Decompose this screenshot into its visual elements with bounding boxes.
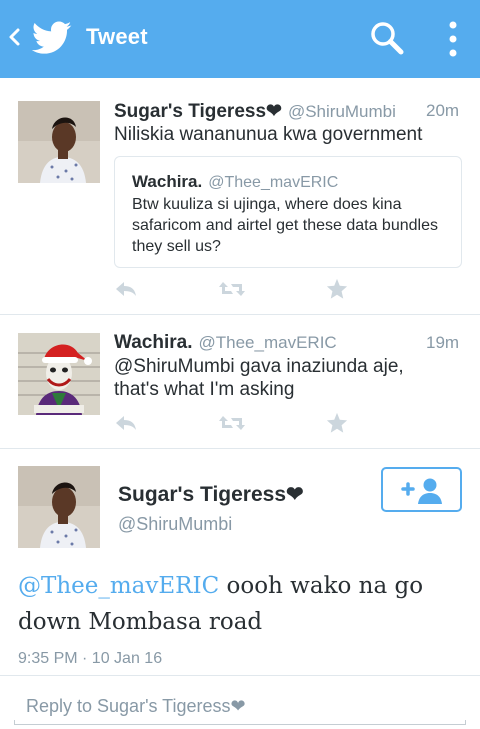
quoted-author: Wachira. @Thee_mavERIC — [132, 172, 338, 192]
author-name: Sugar's Tigeress❤ — [114, 101, 282, 122]
tweet-time: 19m — [426, 333, 460, 352]
app-bar: Tweet — [0, 0, 480, 78]
mention-link[interactable]: @Thee_mavERIC — [18, 573, 219, 599]
back-chevron-icon[interactable] — [6, 24, 22, 50]
avatar[interactable] — [18, 333, 100, 415]
retweet-icon[interactable] — [218, 280, 246, 298]
quoted-author-handle: @Thee_mavERIC — [208, 174, 339, 191]
divider — [0, 448, 480, 449]
add-user-icon — [401, 478, 442, 504]
detail-author-handle[interactable]: @ShiruMumbi — [118, 514, 232, 535]
author-name: Wachira. — [114, 332, 193, 353]
quoted-author-name: Wachira. — [132, 172, 203, 191]
tweet-text: Niliskia wananunua kwa government — [114, 124, 423, 145]
retweet-icon[interactable] — [218, 414, 246, 432]
page-title: Tweet — [86, 24, 148, 49]
search-icon[interactable] — [369, 20, 405, 56]
tweet-author[interactable]: Sugar's Tigeress❤ @ShiruMumbi — [114, 100, 396, 123]
author-handle: @ShiruMumbi — [287, 102, 396, 121]
tweet-author[interactable]: Wachira. @Thee_mavERIC — [114, 332, 337, 354]
overflow-menu-icon[interactable] — [446, 20, 460, 58]
quoted-tweet[interactable]: Wachira. @Thee_mavERIC Btw kuuliza si uji… — [114, 156, 462, 268]
tweet-timestamp: 9:35 PM · 10 Jan 16 — [18, 650, 163, 667]
detail-tweet-text: @Thee_mavERIC oooh wako na go down Momba… — [18, 568, 468, 640]
author-handle: @Thee_mavERIC — [198, 333, 337, 352]
favorite-star-icon[interactable] — [326, 278, 348, 300]
avatar[interactable] — [18, 101, 100, 183]
detail-author-name[interactable]: Sugar's Tigeress❤ — [118, 482, 304, 507]
quoted-text: Btw kuuliza si ujinga, where does kina s… — [132, 196, 438, 255]
reply-input-underline — [14, 720, 466, 725]
divider — [0, 675, 480, 676]
reply-input[interactable]: Reply to Sugar's Tigeress❤ — [26, 696, 246, 717]
avatar[interactable] — [18, 466, 100, 548]
divider — [0, 314, 480, 315]
tweet-text: @ShiruMumbi gava inaziunda aje, that's w… — [114, 356, 404, 400]
reply-icon[interactable] — [114, 413, 138, 433]
reply-icon[interactable] — [114, 279, 138, 299]
follow-button[interactable] — [381, 467, 462, 512]
twitter-bird-icon[interactable] — [32, 20, 72, 56]
favorite-star-icon[interactable] — [326, 412, 348, 434]
tweet-time: 20m — [426, 101, 460, 120]
